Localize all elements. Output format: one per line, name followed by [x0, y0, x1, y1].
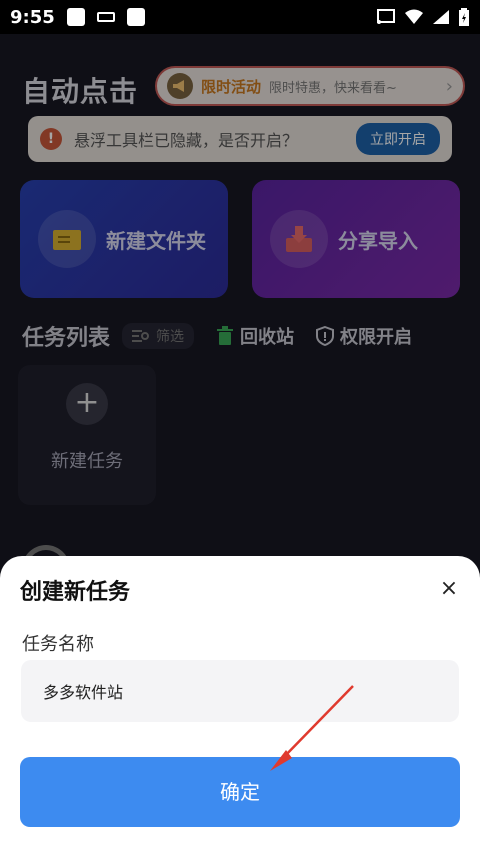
task-name-label: 任务名称: [22, 634, 94, 655]
status-bar: 9:55: [0, 0, 480, 34]
notification-icon: [66, 8, 85, 26]
task-name-input[interactable]: [21, 660, 459, 722]
battery-icon: [459, 8, 469, 26]
confirm-button[interactable]: 确定: [20, 757, 460, 827]
keyboard-icon: [96, 12, 115, 22]
status-time: 9:55: [10, 6, 55, 28]
wifi-icon: [405, 9, 423, 24]
cast-icon: [377, 9, 395, 24]
create-task-sheet: 创建新任务 × 任务名称 确定: [0, 556, 480, 853]
signal-icon: [433, 10, 449, 24]
notification-icon: [126, 8, 145, 26]
close-icon[interactable]: ×: [436, 576, 462, 602]
status-icons: [376, 8, 470, 26]
sheet-title: 创建新任务: [20, 580, 131, 605]
